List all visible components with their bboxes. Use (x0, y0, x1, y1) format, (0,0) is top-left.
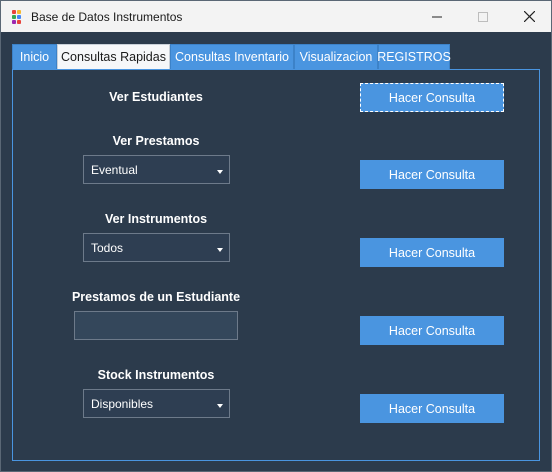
maximize-icon (478, 11, 488, 22)
tab-visualizacion[interactable]: Visualizacion (294, 44, 378, 70)
chevron-down-icon[interactable] (217, 404, 223, 408)
estudiante-input[interactable] (74, 311, 238, 340)
tab-consultas-rapidas[interactable]: Consultas Rapidas (57, 44, 170, 70)
chevron-down-icon[interactable] (217, 170, 223, 174)
prestamos-estudiante-label: Prestamos de un Estudiante (71, 290, 241, 304)
title-bar[interactable]: Base de Datos Instrumentos (1, 1, 551, 32)
minimize-button[interactable] (414, 1, 460, 32)
prestamos-type-value: Eventual (91, 162, 138, 177)
tab-registros[interactable]: REGISTROS (377, 44, 451, 70)
tab-consultas-inventario[interactable]: Consultas Inventario (170, 44, 294, 70)
instrumentos-filter-select[interactable]: Todos (83, 233, 230, 262)
stock-filter-select[interactable]: Disponibles (83, 389, 230, 418)
ver-estudiantes-button[interactable]: Hacer Consulta (360, 83, 504, 112)
stock-instrumentos-label: Stock Instrumentos (97, 368, 215, 382)
ver-prestamos-label: Ver Prestamos (112, 134, 200, 148)
maximize-button[interactable] (460, 1, 506, 32)
stock-filter-value: Disponibles (91, 396, 154, 411)
ver-instrumentos-button[interactable]: Hacer Consulta (360, 238, 504, 267)
window-title: Base de Datos Instrumentos (31, 10, 183, 24)
app-dots-icon (12, 10, 25, 24)
prestamos-estudiante-button[interactable]: Hacer Consulta (360, 316, 504, 345)
chevron-down-icon[interactable] (217, 248, 223, 252)
app-window: Base de Datos Instrumentos Inicio Consul… (0, 0, 552, 472)
minimize-icon (432, 16, 442, 17)
ver-instrumentos-label: Ver Instrumentos (104, 212, 208, 226)
stock-instrumentos-button[interactable]: Hacer Consulta (360, 394, 504, 423)
prestamos-type-select[interactable]: Eventual (83, 155, 230, 184)
instrumentos-filter-value: Todos (91, 240, 124, 255)
ver-prestamos-button[interactable]: Hacer Consulta (360, 160, 504, 189)
tab-inicio[interactable]: Inicio (12, 44, 57, 70)
close-button[interactable] (506, 1, 552, 32)
ver-estudiantes-label: Ver Estudiantes (109, 90, 203, 104)
close-icon (523, 11, 535, 22)
